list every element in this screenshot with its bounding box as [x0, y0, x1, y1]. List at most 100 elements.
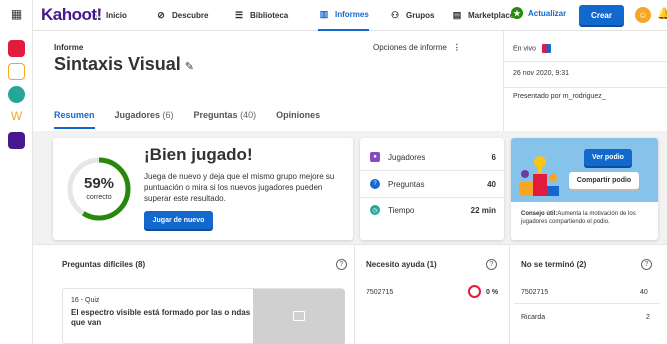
tab-label: Opiniones: [276, 110, 321, 120]
score-percent-label: correcto: [86, 194, 112, 201]
person-icon: ●: [370, 152, 380, 162]
app-rail: ▦ W: [0, 0, 33, 344]
stat-time: ◷ Tiempo 22 min: [370, 205, 496, 215]
help-icon[interactable]: ?: [641, 259, 652, 270]
question-text: El espectro visible está formado por las…: [71, 308, 251, 327]
app-icon-1[interactable]: [8, 40, 25, 57]
tab-count: (40): [240, 110, 257, 120]
tab-label: Resumen: [54, 110, 95, 120]
need-help-title: Necesito ayuda (1): [366, 260, 437, 269]
report-info-panel: En vivo 26 nov 2020, 9:31 Presentado por…: [503, 31, 667, 131]
tab-label: Jugadores: [114, 110, 161, 120]
store-icon: ▤: [452, 10, 462, 20]
view-podium-button[interactable]: Ver podio: [584, 149, 632, 166]
difficult-question-card[interactable]: 16 - Quiz El espectro visible está forma…: [62, 288, 345, 344]
score-text: Juega de nuevo y deja que el mismo grupo…: [144, 172, 335, 203]
app-icon-4[interactable]: W: [8, 109, 25, 126]
list-icon: ☰: [234, 10, 244, 20]
podium-card: Ver podio Compartir podio Consejo útil:A…: [511, 138, 658, 240]
tab-preguntas[interactable]: Preguntas (40): [194, 109, 257, 129]
report-tabs: Resumen Jugadores (6) Preguntas (40) Opi…: [54, 109, 340, 129]
nav-label: Descubre: [172, 11, 209, 20]
help-icon[interactable]: ?: [336, 259, 347, 270]
stat-questions: ? Preguntas 40: [370, 179, 496, 189]
score-card: 59% correcto ¡Bien jugado! Juega de nuev…: [53, 138, 353, 240]
nav-label: Inicio: [106, 11, 127, 20]
share-podium-button[interactable]: Compartir podio: [569, 172, 639, 189]
stat-label: Tiempo: [388, 205, 415, 215]
tab-opiniones[interactable]: Opiniones: [276, 109, 320, 129]
star-icon: ★: [511, 7, 523, 19]
divider: [360, 197, 504, 198]
image-icon: [293, 311, 305, 321]
divider: [514, 303, 660, 304]
tab-jugadores[interactable]: Jugadores (6): [115, 109, 174, 129]
divider: [509, 244, 510, 344]
not-finished-value: 40: [640, 289, 648, 296]
grid-apps-icon[interactable]: ▦: [8, 7, 25, 24]
question-image: [253, 289, 345, 344]
chart-icon: ▥: [319, 9, 329, 19]
not-finished-value: 2: [646, 314, 650, 321]
top-bar: Kahoot! ⌂ Inicio ⊘ Descubre ☰ Biblioteca ▥ I…: [33, 0, 667, 31]
nav-grupos[interactable]: ⚇ Grupos: [389, 0, 435, 31]
edit-pencil-icon[interactable]: ✎: [185, 61, 194, 73]
more-vertical-icon: ⋮: [452, 43, 461, 52]
not-finished-player[interactable]: Ricarda: [521, 314, 545, 321]
need-help-player[interactable]: 7502715: [366, 289, 393, 296]
bell-icon[interactable]: 🔔: [657, 7, 667, 20]
divider: [504, 87, 667, 88]
people-icon: ⚇: [390, 10, 400, 20]
app-icon-5[interactable]: [8, 132, 25, 149]
stat-value: 6: [491, 152, 496, 162]
app-icon-2[interactable]: [8, 63, 25, 80]
game-mode-label: En vivo: [513, 45, 536, 53]
tab-count: (6): [162, 110, 174, 120]
play-again-button[interactable]: Jugar de nuevo: [144, 211, 213, 229]
report-title: Sintaxis Visual: [54, 54, 181, 74]
report-label: Informe: [54, 43, 84, 52]
game-mode: En vivo: [513, 44, 551, 53]
compass-icon: ⊘: [157, 10, 165, 20]
score-percent: 59%: [83, 175, 115, 192]
avatar[interactable]: ☺: [635, 7, 651, 23]
divider: [360, 170, 504, 171]
stat-value: 40: [487, 179, 496, 189]
divider: [504, 61, 667, 62]
podium-illustration: Ver podio Compartir podio: [511, 138, 658, 202]
page-title: Sintaxis Visual ✎: [54, 54, 194, 75]
live-mode-icon: [541, 44, 551, 53]
nav-inicio[interactable]: ⌂ Inicio: [89, 0, 127, 31]
divider: [354, 244, 355, 344]
tab-label: Preguntas: [193, 110, 238, 120]
nav-label: Marketplace: [468, 11, 515, 20]
stat-players: ● Jugadores 6: [370, 152, 496, 162]
nav-informes[interactable]: ▥ Informes: [318, 0, 369, 31]
help-icon[interactable]: ?: [486, 259, 497, 270]
tab-resumen[interactable]: Resumen: [54, 109, 95, 129]
report-options-label: Opciones de informe: [373, 43, 447, 52]
clock-icon: ◷: [370, 205, 380, 215]
nav-marketplace[interactable]: ▤ Marketplace: [451, 0, 515, 31]
app-icon-3[interactable]: [8, 86, 25, 103]
upgrade-button[interactable]: ★ Actualizar: [511, 7, 566, 19]
nav-label: Informes: [335, 10, 369, 19]
stat-label: Preguntas: [388, 179, 425, 189]
nav-label: Biblioteca: [250, 11, 289, 20]
upgrade-label: Actualizar: [528, 8, 567, 18]
nav-biblioteca[interactable]: ☰ Biblioteca: [233, 0, 288, 31]
create-button[interactable]: Crear: [579, 5, 624, 25]
stats-card: ● Jugadores 6 ? Preguntas 40 ◷ Tiempo 22…: [360, 138, 504, 240]
score-ring-icon: [468, 285, 481, 298]
report-options-button[interactable]: Opciones de informe ⋮: [373, 43, 461, 52]
report-date: 26 nov 2020, 9:31: [513, 70, 570, 77]
tip-label: Consejo útil:: [521, 211, 558, 217]
home-icon: ⌂: [92, 10, 98, 21]
trophy-icon: [519, 156, 559, 196]
report-header: Informe Sintaxis Visual ✎ Opciones de inf…: [33, 31, 503, 131]
not-finished-player[interactable]: 7502715: [521, 289, 548, 296]
score-heading: ¡Bien jugado!: [144, 145, 253, 164]
nav-descubre[interactable]: ⊘ Descubre: [155, 0, 208, 31]
nav-label: Grupos: [406, 11, 435, 20]
not-finished-title: No se terminó (2): [521, 260, 587, 269]
